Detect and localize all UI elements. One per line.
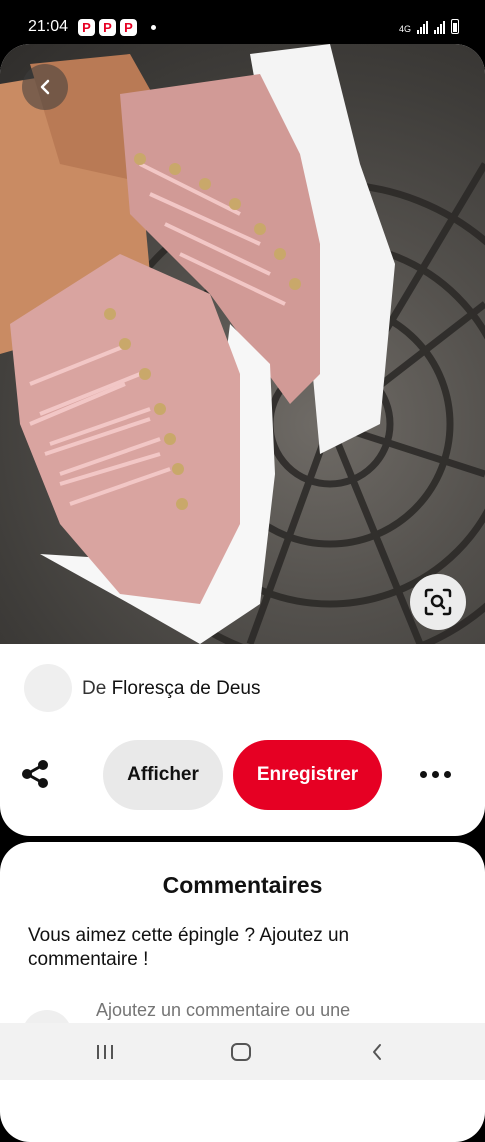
signal-icon — [417, 20, 428, 34]
battery-icon — [451, 19, 459, 34]
home-button[interactable] — [228, 1039, 254, 1065]
pinterest-notification-icon: P — [78, 19, 95, 36]
view-button[interactable]: Afficher — [103, 740, 223, 810]
home-icon — [231, 1043, 251, 1061]
pinterest-notification-icon: P — [120, 19, 137, 36]
dot-icon — [444, 770, 451, 778]
status-time: 21:04 — [28, 18, 69, 35]
dot-icon — [420, 770, 427, 778]
back-arrow-icon — [373, 1044, 381, 1060]
author-avatar[interactable] — [24, 664, 72, 712]
pin-image[interactable] — [0, 44, 485, 644]
dot-icon — [432, 770, 439, 778]
visual-search-button[interactable] — [410, 574, 466, 630]
system-back-button[interactable] — [364, 1039, 390, 1065]
share-icon — [22, 760, 48, 788]
comment-input[interactable] — [96, 1000, 426, 1021]
pink-sneaker-photo-icon — [0, 44, 485, 644]
back-button[interactable] — [22, 64, 68, 110]
share-button[interactable] — [18, 757, 52, 791]
author-credit: De Floresça de Deus — [82, 678, 260, 700]
pin-author[interactable]: De Floresça de Deus — [24, 664, 464, 714]
status-bar: 21:04 P P P 4G — [0, 0, 485, 44]
save-button[interactable]: Enregistrer — [233, 740, 382, 810]
more-notifications-dot-icon — [151, 25, 156, 30]
lens-search-icon — [424, 588, 452, 616]
author-prefix: De — [82, 678, 107, 699]
comments-prompt: Vous aimez cette épingle ? Ajoutez un co… — [28, 925, 350, 970]
system-status-icons: 4G — [399, 19, 459, 34]
notification-icons: P P P — [78, 19, 137, 36]
author-name[interactable]: Floresça de Deus — [112, 678, 261, 699]
pinterest-notification-icon: P — [99, 19, 116, 36]
recent-apps-icon — [97, 1045, 113, 1059]
chevron-left-icon — [40, 79, 50, 95]
system-nav-bar — [0, 1023, 485, 1080]
network-type-icon: 4G — [398, 24, 411, 34]
comments-card: Commentaires Vous aimez cette épingle ? … — [0, 842, 485, 1142]
comments-title: Commentaires — [162, 872, 323, 898]
recent-apps-button[interactable] — [92, 1039, 118, 1065]
pin-actions: Afficher Enregistrer — [0, 740, 485, 812]
signal-icon — [434, 20, 445, 34]
more-options-button[interactable] — [420, 764, 460, 784]
pin-card: De Floresça de Deus Afficher Enregistrer — [0, 44, 485, 836]
